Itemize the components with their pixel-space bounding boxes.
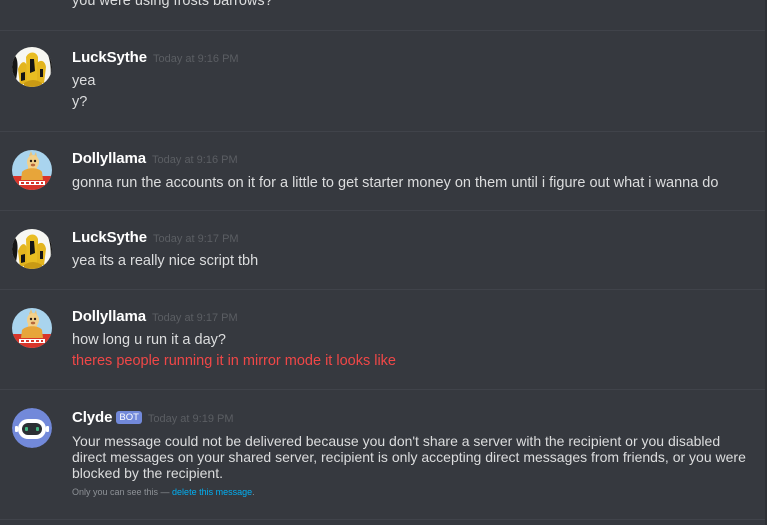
bot-tag: BOT: [116, 411, 142, 424]
ephemeral-notice-text: Only you can see this —: [72, 487, 173, 497]
ephemeral-notice-suffix: .: [252, 487, 255, 497]
message-text: gonna run the accounts on it for a littl…: [72, 175, 719, 191]
timestamp: Today at 9:16 PM: [152, 53, 239, 65]
llama-avatar-icon: [12, 150, 52, 190]
clyde-bot-avatar-icon: [12, 408, 52, 448]
message-group: LuckSythe Today at 9:16 PM yea y?: [0, 31, 765, 131]
message-group: LuckSythe Today at 9:17 PM yea its a real…: [0, 210, 765, 289]
message-header: LuckSythe Today at 9:16 PM: [72, 49, 239, 69]
message-text: yea: [72, 73, 96, 89]
message-group: Dollyllama Today at 9:16 PM gonna run the…: [0, 131, 765, 210]
previous-message-text: you were using frosts barrows?: [72, 0, 273, 9]
delete-message-link[interactable]: delete this message: [172, 487, 252, 497]
message-header: Dollyllama Today at 9:16 PM: [72, 150, 238, 170]
ephemeral-notice: Only you can see this — delete this mess…: [72, 487, 255, 497]
message-text: y?: [72, 94, 88, 110]
message-text: yea its a really nice script tbh: [72, 253, 259, 269]
message-header: LuckSythe Today at 9:17 PM: [72, 229, 239, 249]
avatar[interactable]: [12, 150, 52, 190]
timestamp: Today at 9:16 PM: [152, 154, 238, 166]
message-group: Dollyllama Today at 9:17 PM how long u ru…: [0, 289, 765, 389]
message-group: Clyde BOT Today at 9:19 PM Your message co…: [0, 389, 765, 513]
yellow-black-pattern-avatar-icon: [12, 47, 52, 87]
message-divider: [0, 519, 765, 520]
message-header: Dollyllama Today at 9:17 PM: [72, 308, 238, 328]
chat-messages: you were using frosts barrows? LuckSythe…: [0, 0, 767, 525]
message-header: Clyde BOT Today at 9:19 PM: [72, 409, 234, 429]
username[interactable]: Dollyllama: [72, 308, 146, 325]
llama-avatar-icon: [12, 308, 52, 348]
avatar[interactable]: [12, 229, 52, 269]
timestamp: Today at 9:17 PM: [152, 233, 239, 245]
avatar[interactable]: [12, 308, 52, 348]
username[interactable]: LuckSythe: [72, 49, 147, 66]
avatar[interactable]: [12, 408, 52, 448]
username[interactable]: Dollyllama: [72, 150, 146, 167]
username[interactable]: Clyde: [72, 409, 112, 426]
timestamp: Today at 9:17 PM: [152, 312, 238, 324]
failed-message-text: theres people running it in mirror mode …: [72, 353, 396, 369]
avatar[interactable]: [12, 47, 52, 87]
username[interactable]: LuckSythe: [72, 229, 147, 246]
timestamp: Today at 9:19 PM: [147, 413, 234, 425]
message-text: Your message could not be delivered beca…: [72, 433, 746, 481]
message-text: how long u run it a day?: [72, 332, 226, 348]
yellow-black-pattern-avatar-icon: [12, 229, 52, 269]
